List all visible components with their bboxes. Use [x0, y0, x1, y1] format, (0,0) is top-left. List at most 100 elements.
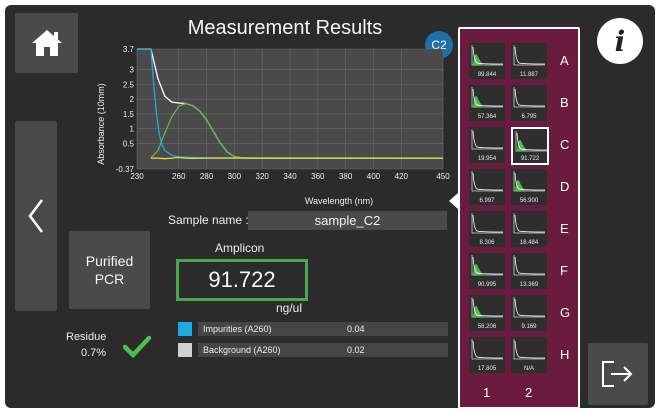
row-label-a: A: [560, 53, 569, 68]
well-thumbnail: [471, 297, 504, 318]
chevron-left-icon: [28, 199, 43, 233]
background-value: 0.02: [347, 345, 365, 355]
screen: Measurement Results C 2 i 3.7 3 2.5 2 1.5 1 0.5…: [5, 5, 655, 408]
well-thumbnail: [513, 213, 546, 234]
well-value: 56.900: [519, 198, 539, 204]
well-value: 6.997: [479, 198, 495, 204]
x-tick-label: 230: [130, 172, 144, 181]
impurities-row: Impurities (A260) 0.04: [198, 322, 448, 336]
well-g2[interactable]: 9.169: [511, 295, 547, 331]
impurities-value: 0.04: [347, 324, 365, 334]
y-tick-label: 1: [130, 125, 135, 134]
well-value: 91.722: [520, 156, 540, 162]
plate-grid: 89.844 11.887 A 57.364 6.795 B 19.954 91.722 C 6.…: [458, 27, 580, 408]
y-tick-label: 3.7: [123, 45, 135, 54]
well-a2[interactable]: 11.887: [511, 43, 547, 79]
y-tick-label: 0.5: [123, 139, 135, 148]
info-button[interactable]: i: [597, 18, 643, 64]
well-g1[interactable]: 58.206: [469, 295, 505, 331]
concentration-unit: ng/ul: [276, 301, 303, 315]
col-label-1: 1: [483, 385, 491, 400]
y-tick-label: 2: [130, 95, 135, 104]
y-tick-label: 1.5: [123, 110, 135, 119]
well-value: 8.306: [479, 240, 495, 246]
row-label-h: H: [560, 347, 570, 362]
well-e2[interactable]: 18.484: [511, 211, 547, 247]
impurities-label: Impurities (A260): [203, 324, 272, 334]
x-tick-label: 280: [200, 172, 214, 181]
well-value: 57.364: [477, 114, 497, 120]
well-thumbnail: [513, 255, 546, 276]
x-tick-label: 340: [283, 172, 297, 181]
well-value: 89.844: [477, 72, 497, 78]
background-swatch: [178, 343, 192, 357]
x-tick-label: 260: [172, 172, 186, 181]
x-tick-label: 300: [228, 172, 242, 181]
well-thumbnail: [471, 171, 504, 192]
exit-button[interactable]: [588, 343, 648, 405]
x-tick-label: 320: [256, 172, 270, 181]
home-button[interactable]: [15, 13, 78, 73]
well-thumbnail: [515, 131, 547, 152]
well-value: N/A: [523, 366, 534, 372]
well-f1[interactable]: 90.995: [469, 253, 505, 289]
x-tick-label: 400: [367, 172, 381, 181]
concentration-value: 91.722: [176, 259, 308, 301]
well-b2[interactable]: 6.795: [511, 85, 547, 121]
well-h2[interactable]: N/A: [511, 337, 547, 373]
well-value: 18.484: [519, 240, 539, 246]
residue-value: 0.7%: [81, 347, 107, 359]
well-value: 9.169: [521, 324, 537, 330]
well-thumbnail: [513, 297, 546, 318]
y-tick-label: 3: [130, 66, 135, 75]
well-thumbnail: [471, 339, 504, 360]
well-value: 6.795: [521, 114, 537, 120]
well-value: 11.887: [520, 72, 538, 78]
well-thumbnail: [513, 171, 546, 192]
sample-name-field: sample_C2: [248, 211, 447, 230]
page-title: Measurement Results: [187, 17, 383, 39]
well-e1[interactable]: 8.306: [469, 211, 505, 247]
x-tick-label: 420: [395, 172, 409, 181]
x-tick-label: 360: [311, 172, 325, 181]
well-c2[interactable]: 91.722: [511, 127, 549, 165]
well-c1[interactable]: 19.954: [469, 127, 505, 163]
well-value: 17.805: [477, 366, 497, 372]
well-thumbnail: [471, 45, 504, 66]
background-row: Background (A260) 0.02: [198, 343, 448, 357]
sample-name-label: Sample name :: [168, 213, 249, 227]
well-value: 58.206: [477, 324, 497, 330]
well-value: 13.369: [519, 282, 539, 288]
purified-line1: Purified: [85, 253, 134, 269]
row-label-f: F: [560, 263, 568, 278]
well-thumbnail: [471, 213, 504, 234]
well-thumbnail: [471, 255, 504, 276]
result-type-label: Amplicon: [215, 241, 265, 255]
checkmark-icon: [123, 335, 151, 359]
col-label-2: 2: [525, 385, 533, 400]
well-value: 90.995: [477, 282, 497, 288]
back-button[interactable]: [15, 121, 57, 311]
well-a1[interactable]: 89.844: [469, 43, 505, 79]
well-thumbnail: [471, 87, 504, 108]
well-f2[interactable]: 13.369: [511, 253, 547, 289]
row-label-g: G: [560, 305, 571, 320]
impurities-swatch: [178, 322, 192, 336]
row-label-d: D: [560, 179, 570, 194]
well-h1[interactable]: 17.805: [469, 337, 505, 373]
absorbance-chart: 3.732.521.510.5-0.37 230 260 280 300 320 340 3…: [96, 45, 450, 206]
x-tick-label: 450: [436, 172, 450, 181]
well-b1[interactable]: 57.364: [469, 85, 505, 121]
well-thumbnail: [513, 339, 546, 360]
well-d1[interactable]: 6.997: [469, 169, 505, 205]
plate-pointer: [449, 193, 458, 209]
well-value: 19.954: [477, 156, 497, 162]
row-label-b: B: [560, 95, 569, 110]
well-thumbnail: [471, 129, 504, 150]
purified-pcr-button[interactable]: Purified PCR: [69, 231, 150, 309]
well-d2[interactable]: 56.900: [511, 169, 547, 205]
home-icon: [31, 30, 62, 56]
row-label-c: C: [560, 137, 570, 152]
x-tick-label: 380: [339, 172, 353, 181]
info-icon: i: [614, 24, 626, 58]
